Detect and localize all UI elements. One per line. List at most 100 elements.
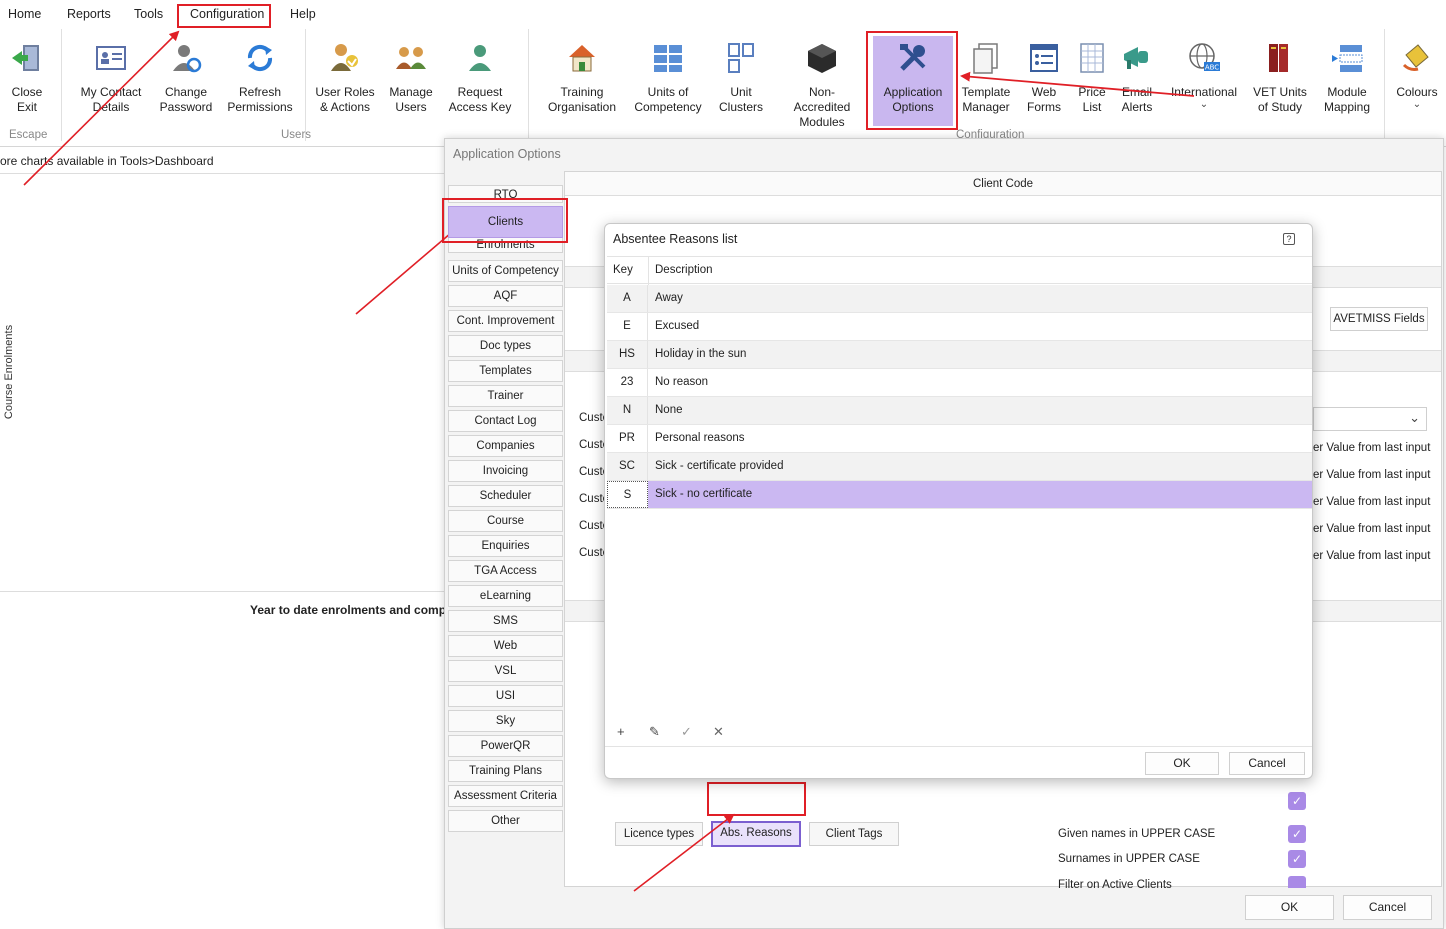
column-header-description[interactable]: Description <box>655 264 713 276</box>
user-roles-icon <box>331 44 358 71</box>
table-row[interactable]: PR Personal reasons <box>607 425 1312 453</box>
table-row[interactable]: S Sick - no certificate <box>607 481 1312 509</box>
table-row[interactable]: HS Holiday in the sun <box>607 341 1312 369</box>
colours-dropdown-chevron-icon: ⌄ <box>1412 99 1422 110</box>
row-key-cell[interactable]: A <box>607 285 648 312</box>
row-description-cell[interactable]: Sick - no certificate <box>655 481 752 508</box>
table-row[interactable]: E Excused <box>607 313 1312 341</box>
client-tags-button[interactable]: Client Tags <box>809 822 899 846</box>
option-label: Filter on Active Clients <box>1058 879 1172 891</box>
abs-reasons-button[interactable]: Abs. Reasons <box>711 821 801 847</box>
table-row[interactable]: SC Sick - certificate provided <box>607 453 1312 481</box>
dialog-cancel-button[interactable]: Cancel <box>1229 752 1305 775</box>
tab-course[interactable]: Course <box>448 510 563 532</box>
dashboard-hint: ore charts available in Tools>Dashboard <box>0 154 214 168</box>
row-description-cell[interactable]: No reason <box>655 369 708 396</box>
tab-other[interactable]: Other <box>448 810 563 832</box>
tab-templates[interactable]: Templates <box>448 360 563 382</box>
avetmiss-fields-button[interactable]: AVETMISS Fields <box>1330 307 1428 331</box>
row-key-cell[interactable]: S <box>607 481 648 508</box>
given-names-upper-checkbox[interactable]: ✓ <box>1288 825 1306 843</box>
filter-active-clients-checkbox[interactable] <box>1288 876 1306 888</box>
tab-vsl[interactable]: VSL <box>448 660 563 682</box>
custom-field-dropdown[interactable]: ⌄ <box>1313 407 1427 431</box>
option-label: Given names in UPPER CASE <box>1058 828 1216 840</box>
tab-enquiries[interactable]: Enquiries <box>448 535 563 557</box>
licence-types-button[interactable]: Licence types <box>615 822 703 846</box>
tab-usi[interactable]: USI <box>448 685 563 707</box>
non-accredited-modules-button[interactable]: Non-Accredited Modules <box>782 41 862 130</box>
template-icon <box>973 43 998 74</box>
options-ok-button[interactable]: OK <box>1245 895 1334 920</box>
refresh-permissions-button[interactable]: Refresh Permissions <box>220 41 300 115</box>
tab-elearning[interactable]: eLearning <box>448 585 563 607</box>
my-contact-details-button[interactable]: My Contact Details <box>71 41 151 115</box>
close-exit-button[interactable]: Close Exit <box>0 41 67 115</box>
tab-training-plans[interactable]: Training Plans <box>448 760 563 782</box>
tab-cont-improvement[interactable]: Cont. Improvement <box>448 310 563 332</box>
tab-invoicing[interactable]: Invoicing <box>448 460 563 482</box>
help-icon[interactable]: ? <box>1283 233 1295 245</box>
tab-aqf[interactable]: AQF <box>448 285 563 307</box>
last-input-option-label: er Value from last input <box>1313 523 1431 535</box>
menu-tools[interactable]: Tools <box>134 7 163 21</box>
books-icon <box>1269 44 1288 72</box>
tab-sky[interactable]: Sky <box>448 710 563 732</box>
column-header-key[interactable]: Key <box>613 264 633 276</box>
tab-trainer[interactable]: Trainer <box>448 385 563 407</box>
hidden-option-checkbox[interactable]: ✓ <box>1288 792 1306 810</box>
table-row[interactable]: N None <box>607 397 1312 425</box>
tab-doc-types[interactable]: Doc types <box>448 335 563 357</box>
units-of-competency-button[interactable]: Units of Competency <box>628 41 708 115</box>
row-description-cell[interactable]: None <box>655 397 683 424</box>
training-organisation-button[interactable]: Training Organisation <box>542 41 622 115</box>
tab-powerqr[interactable]: PowerQR <box>448 735 563 757</box>
row-description-cell[interactable]: Away <box>655 285 683 312</box>
row-key-cell[interactable]: PR <box>607 425 648 452</box>
chevron-down-icon: ⌄ <box>1409 410 1420 425</box>
international-button[interactable]: ABC International ⌄ <box>1164 41 1244 110</box>
tab-units-of-competency[interactable]: Units of Competency <box>448 260 563 282</box>
units-grid-icon <box>654 45 682 72</box>
tab-sms[interactable]: SMS <box>448 610 563 632</box>
tab-clients[interactable]: Clients <box>448 206 563 238</box>
row-key-cell[interactable]: E <box>607 313 648 340</box>
request-access-key-button[interactable]: Request Access Key <box>440 41 520 115</box>
edit-record-icon[interactable]: ✎ <box>649 724 660 740</box>
cancel-edit-icon[interactable]: ✕ <box>713 724 724 740</box>
surnames-upper-checkbox[interactable]: ✓ <box>1288 850 1306 868</box>
menu-home[interactable]: Home <box>8 7 41 21</box>
menu-bar: Home Reports Tools Configuration Help <box>0 0 1446 29</box>
row-key-cell[interactable]: SC <box>607 453 648 480</box>
row-description-cell[interactable]: Holiday in the sun <box>655 341 746 368</box>
unit-clusters-button[interactable]: Unit Clusters <box>701 41 781 115</box>
table-row[interactable]: 23 No reason <box>607 369 1312 397</box>
post-record-icon[interactable]: ✓ <box>681 724 692 740</box>
row-description-cell[interactable]: Sick - certificate provided <box>655 453 783 480</box>
tab-contact-log[interactable]: Contact Log <box>448 410 563 432</box>
tab-scheduler[interactable]: Scheduler <box>448 485 563 507</box>
colours-button[interactable]: Colours ⌄ <box>1377 41 1446 110</box>
menu-reports[interactable]: Reports <box>67 7 111 21</box>
close-exit-icon <box>12 45 39 71</box>
tab-assessment-criteria[interactable]: Assessment Criteria <box>448 785 563 807</box>
options-cancel-button[interactable]: Cancel <box>1343 895 1432 920</box>
last-input-option-label: er Value from last input <box>1313 469 1431 481</box>
row-key-cell[interactable]: HS <box>607 341 648 368</box>
row-description-cell[interactable]: Excused <box>655 313 699 340</box>
manage-users-button[interactable]: Manage Users <box>371 41 451 115</box>
international-dropdown-chevron-icon: ⌄ <box>1199 99 1209 110</box>
dialog-ok-button[interactable]: OK <box>1145 752 1219 775</box>
row-key-cell[interactable]: 23 <box>607 369 648 396</box>
row-key-cell[interactable]: N <box>607 397 648 424</box>
table-row[interactable]: A Away <box>607 285 1312 313</box>
application-options-highlight-box <box>866 31 958 130</box>
change-password-button[interactable]: Change Password <box>146 41 226 115</box>
tab-tga-access[interactable]: TGA Access <box>448 560 563 582</box>
tab-companies[interactable]: Companies <box>448 435 563 457</box>
add-record-icon[interactable]: + <box>617 724 625 739</box>
module-mapping-button[interactable]: Module Mapping <box>1307 41 1387 115</box>
tab-web[interactable]: Web <box>448 635 563 657</box>
row-description-cell[interactable]: Personal reasons <box>655 425 745 452</box>
menu-help[interactable]: Help <box>290 7 316 21</box>
